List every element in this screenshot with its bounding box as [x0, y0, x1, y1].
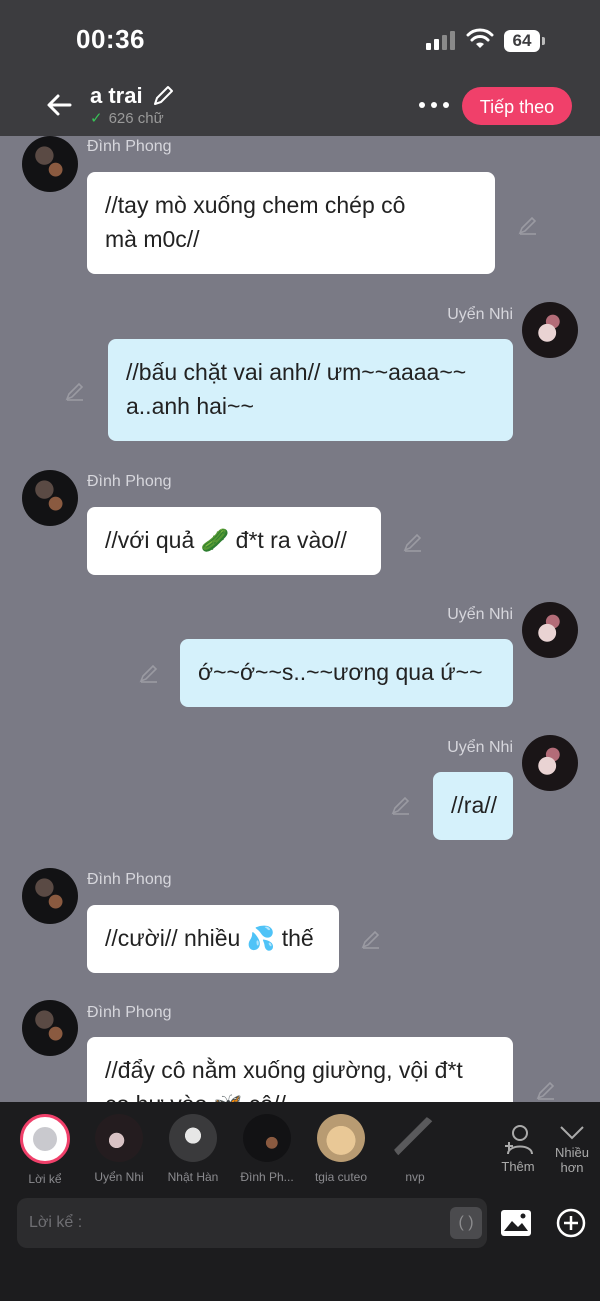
character-uyen-nhi[interactable]: Uyển Nhi — [83, 1114, 155, 1184]
message-line: ớ~~ớ~~s..~~ương qua ứ~~ — [198, 659, 483, 685]
sender-name: Uyển Nhi — [447, 606, 513, 623]
avatar-dinh-phong[interactable] — [22, 470, 78, 526]
action-bracket-button[interactable]: ( ) — [450, 1207, 482, 1239]
character-label: nvp — [405, 1170, 425, 1184]
back-arrow-icon[interactable] — [44, 90, 74, 120]
sender-name: Đình Phong — [87, 871, 172, 888]
avatar — [95, 1114, 143, 1162]
character-label: Lời kể — [28, 1172, 62, 1186]
narrator-icon — [20, 1114, 70, 1164]
message-line: //đẩy cô nằm xuống giường, vội đ*t — [105, 1057, 463, 1083]
message-bubble[interactable]: //tay mò xuống chem chép cô mà m0c// — [87, 172, 495, 274]
word-count: ✓ 626 chữ — [90, 110, 164, 127]
more-options-icon[interactable] — [418, 98, 450, 112]
message-line: //bấu chặt vai anh// ưm~~aaaa~~ — [126, 359, 467, 385]
character-label: Đình Ph... — [240, 1170, 294, 1184]
message-line: mà m0c// — [105, 226, 200, 252]
character-label: Uyển Nhi — [94, 1170, 144, 1184]
image-icon[interactable] — [500, 1209, 532, 1237]
wifi-icon — [466, 28, 494, 48]
add-character-button[interactable]: Thêm — [496, 1122, 540, 1174]
avatar — [169, 1114, 217, 1162]
message-line: //tay mò xuống chem chép cô — [105, 192, 406, 218]
edit-pencil-icon[interactable] — [360, 928, 382, 950]
message-bubble[interactable]: //bấu chặt vai anh// ưm~~aaaa~~ a..anh h… — [108, 339, 513, 441]
avatar-dinh-phong[interactable] — [22, 868, 78, 924]
edit-pencil-icon[interactable] — [138, 662, 160, 684]
message-bubble[interactable]: //ra// — [433, 772, 513, 840]
signal-icon — [426, 30, 455, 50]
avatar — [391, 1114, 439, 1162]
message-bubble[interactable]: ớ~~ớ~~s..~~ương qua ứ~~ — [180, 639, 513, 707]
more-characters-button[interactable]: Nhiều hơn — [550, 1122, 594, 1175]
add-icon[interactable] — [556, 1208, 586, 1238]
message-line: //cười// nhiều 💦 thế — [105, 925, 314, 951]
battery-icon: 64 — [504, 30, 545, 52]
narration-input[interactable]: Lời kể : — [17, 1198, 487, 1248]
character-label: Nhật Hàn — [167, 1170, 219, 1184]
avatar-uyen-nhi[interactable] — [522, 602, 578, 658]
more-label: hơn — [560, 1160, 584, 1175]
character-label: tgia cuteo — [314, 1170, 368, 1184]
sender-name: Đình Phong — [87, 473, 172, 490]
edit-pencil-icon[interactable] — [535, 1079, 557, 1101]
add-label: Thêm — [501, 1159, 535, 1174]
add-person-icon — [505, 1125, 533, 1155]
avatar-uyen-nhi[interactable] — [522, 735, 578, 791]
avatar — [317, 1114, 365, 1162]
character-tgia-cuteo[interactable]: tgia cuteo — [305, 1114, 377, 1184]
story-title[interactable]: a trai — [90, 83, 143, 109]
sender-name: Uyển Nhi — [447, 739, 513, 756]
top-bar: 00:36 64 a trai ✓ 626 chữ Tiếp theo — [0, 0, 600, 136]
bottom-bar: Lời kể Uyển Nhi Nhật Hàn Đình Ph... tgia… — [0, 1102, 600, 1301]
message-line: //với quả 🥒 đ*t ra vào// — [105, 527, 347, 553]
message-bubble[interactable]: //với quả 🥒 đ*t ra vào// — [87, 507, 381, 575]
character-nvp[interactable]: nvp — [379, 1114, 451, 1184]
chat-area: Đình Phong //tay mò xuống chem chép cô m… — [0, 136, 600, 1102]
character-dinh-phong[interactable]: Đình Ph... — [231, 1114, 303, 1184]
next-button[interactable]: Tiếp theo — [462, 87, 572, 125]
message-bubble[interactable]: //cười// nhiều 💦 thế — [87, 905, 339, 973]
edit-pencil-icon[interactable] — [517, 214, 539, 236]
more-label: Nhiều — [555, 1145, 589, 1160]
avatar-dinh-phong[interactable] — [22, 136, 78, 192]
edit-pencil-icon[interactable] — [390, 794, 412, 816]
message-bubble[interactable]: //đẩy cô nằm xuống giường, vội đ*t co hư… — [87, 1037, 513, 1102]
edit-pencil-icon[interactable] — [402, 531, 424, 553]
edit-pencil-icon[interactable] — [64, 380, 86, 402]
character-narrator[interactable]: Lời kể — [9, 1114, 81, 1186]
message-line: co hư vào 🦋 cô// — [105, 1087, 495, 1102]
check-icon: ✓ — [90, 110, 103, 127]
avatar — [243, 1114, 291, 1162]
message-line: a..anh hai~~ — [126, 393, 254, 419]
character-nhat-han[interactable]: Nhật Hàn — [157, 1114, 229, 1184]
sender-name: Đình Phong — [87, 138, 172, 155]
status-time: 00:36 — [76, 24, 145, 54]
chevron-down-icon — [560, 1126, 584, 1140]
avatar-uyen-nhi[interactable] — [522, 302, 578, 358]
sender-name: Uyển Nhi — [447, 306, 513, 323]
sender-name: Đình Phong — [87, 1004, 172, 1021]
edit-pencil-icon[interactable] — [151, 84, 175, 108]
message-line: //ra// — [451, 792, 498, 818]
avatar-dinh-phong[interactable] — [22, 1000, 78, 1056]
